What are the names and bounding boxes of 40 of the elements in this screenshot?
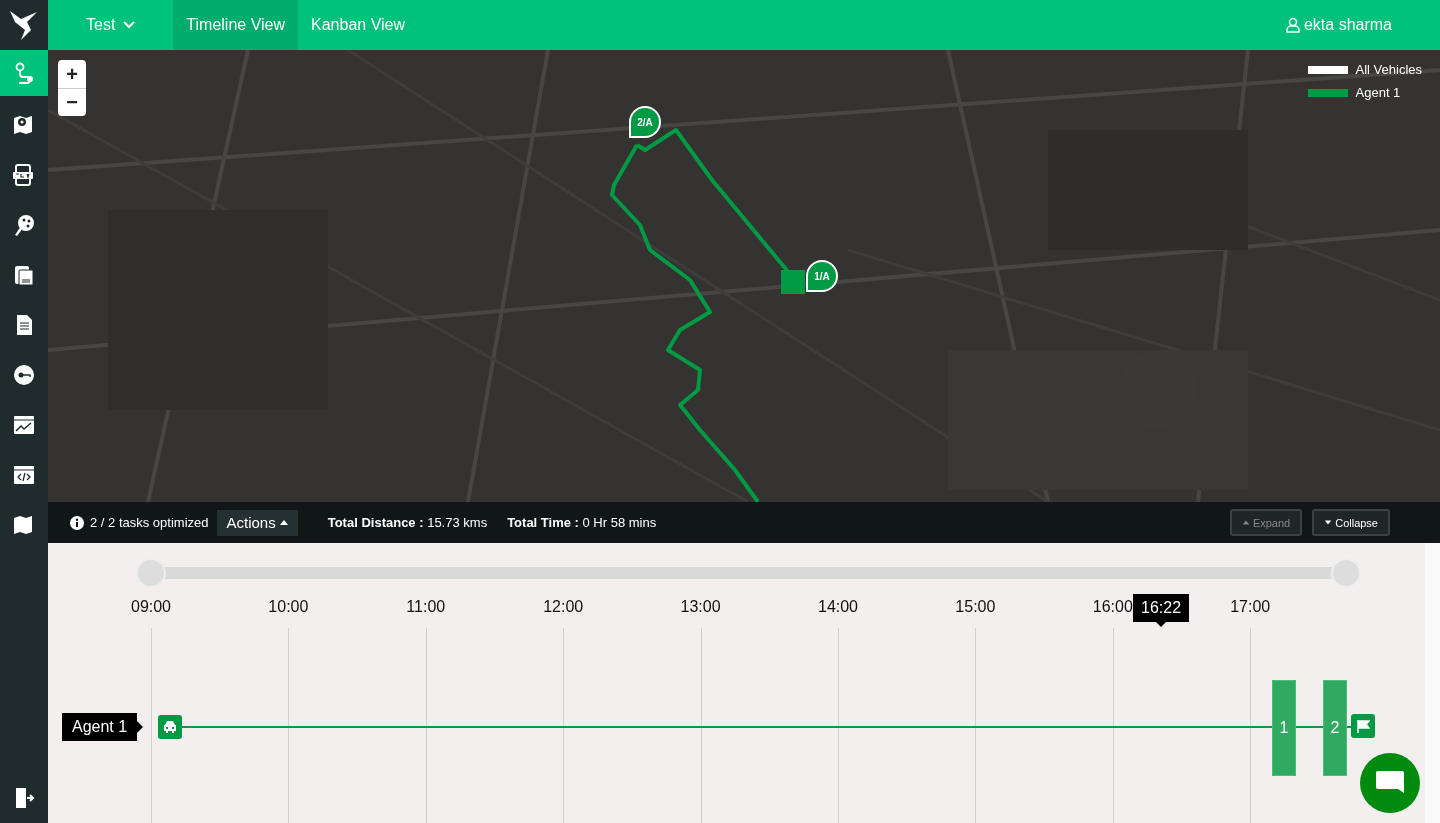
zoom-out-button[interactable]: − xyxy=(58,88,86,116)
view-tab[interactable]: Timeline View xyxy=(173,0,299,50)
project-dropdown[interactable]: Test xyxy=(48,0,174,50)
chevron-down-icon xyxy=(123,21,136,29)
hour-label: 16:00 xyxy=(1092,598,1133,616)
hour-label: 14:00 xyxy=(818,598,858,616)
user-icon xyxy=(1285,17,1300,33)
hour-label: 13:00 xyxy=(680,598,721,616)
task-block[interactable]: 2 xyxy=(1323,680,1347,776)
hour-label: 17:00 xyxy=(1230,598,1271,616)
route-stat: Total Time : 0 Hr 58 mins xyxy=(507,515,657,530)
legend-label: Agent 1 xyxy=(1355,85,1401,100)
actions-button[interactable]: Actions xyxy=(216,509,298,536)
hour-label: 15:00 xyxy=(955,598,996,616)
invoice-icon xyxy=(12,263,36,287)
view-tab[interactable]: Kanban View xyxy=(298,0,419,50)
user-menu[interactable]: ekta sharma xyxy=(1279,0,1440,50)
time-cursor-tooltip: 16:22 xyxy=(1133,594,1190,627)
optimization-status: 2 / 2 tasks optimized xyxy=(90,515,209,530)
chart-window-icon xyxy=(12,413,36,437)
palette-icon xyxy=(12,213,36,237)
hour-label: 11:00 xyxy=(406,598,446,616)
info-icon xyxy=(70,515,84,530)
legend-label: All Vehicles xyxy=(1355,62,1422,77)
hour-label: 12:00 xyxy=(543,598,584,616)
code-window-icon xyxy=(12,463,36,487)
key-icon xyxy=(12,363,36,387)
panel-button[interactable]: Collapse xyxy=(1312,509,1390,536)
hour-label: 09:00 xyxy=(131,598,171,616)
hour-label: 10:00 xyxy=(268,598,309,616)
scrollbar[interactable] xyxy=(1425,543,1440,823)
agent-label: Agent 1 xyxy=(62,713,144,741)
slider-handle[interactable] xyxy=(136,558,166,588)
chat-button[interactable] xyxy=(1360,753,1420,813)
zoom-in-button[interactable]: + xyxy=(58,60,86,88)
task-block[interactable]: 1 xyxy=(1272,680,1296,776)
route-stat: Total Distance : 15.73 kms xyxy=(327,515,488,530)
chat-icon xyxy=(1375,770,1405,796)
time-range-slider[interactable] xyxy=(136,558,1361,588)
slider-handle[interactable] xyxy=(1331,558,1361,588)
